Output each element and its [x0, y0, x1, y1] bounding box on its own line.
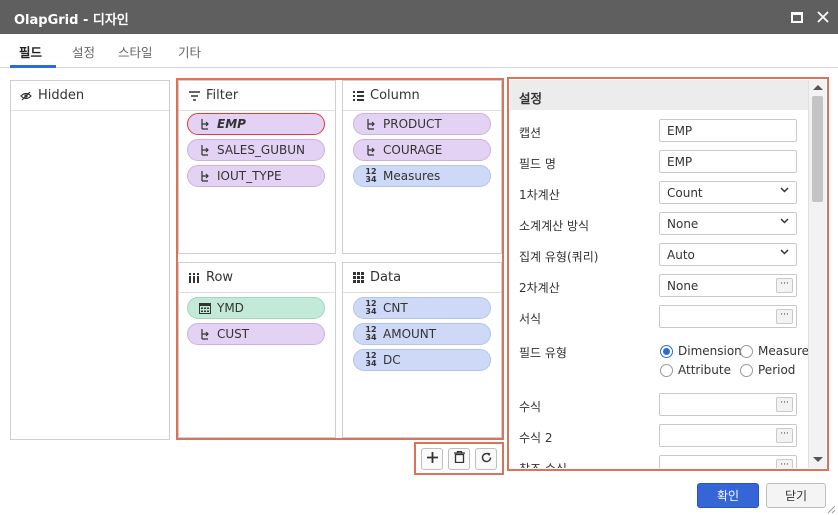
tab-etc[interactable]: 기타 — [178, 42, 201, 61]
plus-icon — [426, 451, 438, 467]
tab-settings[interactable]: 설정 — [72, 42, 95, 61]
refresh-button[interactable] — [475, 448, 497, 470]
hidden-panel-title: Hidden — [38, 88, 85, 103]
close-icon[interactable] — [814, 8, 832, 26]
add-button[interactable] — [421, 448, 443, 470]
ok-button[interactable]: 확인 — [697, 483, 759, 508]
window-title: OlapGrid - 디자인 — [14, 13, 129, 28]
tab-style[interactable]: 스타일 — [118, 42, 153, 61]
delete-button[interactable] — [448, 448, 470, 470]
resize-grip-icon[interactable] — [826, 503, 836, 514]
active-tab-indicator — [10, 65, 56, 68]
hidden-panel[interactable]: Hidden — [10, 80, 170, 440]
hidden-panel-header: Hidden — [11, 81, 169, 111]
eye-slash-icon — [20, 91, 32, 101]
trash-icon — [453, 450, 465, 467]
field-layout-highlight — [176, 78, 504, 440]
close-button[interactable]: 닫기 — [766, 483, 826, 508]
tab-fields[interactable]: 필드 — [19, 42, 42, 61]
maximize-icon[interactable] — [788, 8, 806, 26]
tab-bar: 필드 설정 스타일 기타 — [0, 34, 838, 68]
settings-highlight — [507, 77, 829, 471]
refresh-icon — [481, 452, 492, 467]
title-bar: OlapGrid - 디자인 — [0, 0, 838, 34]
